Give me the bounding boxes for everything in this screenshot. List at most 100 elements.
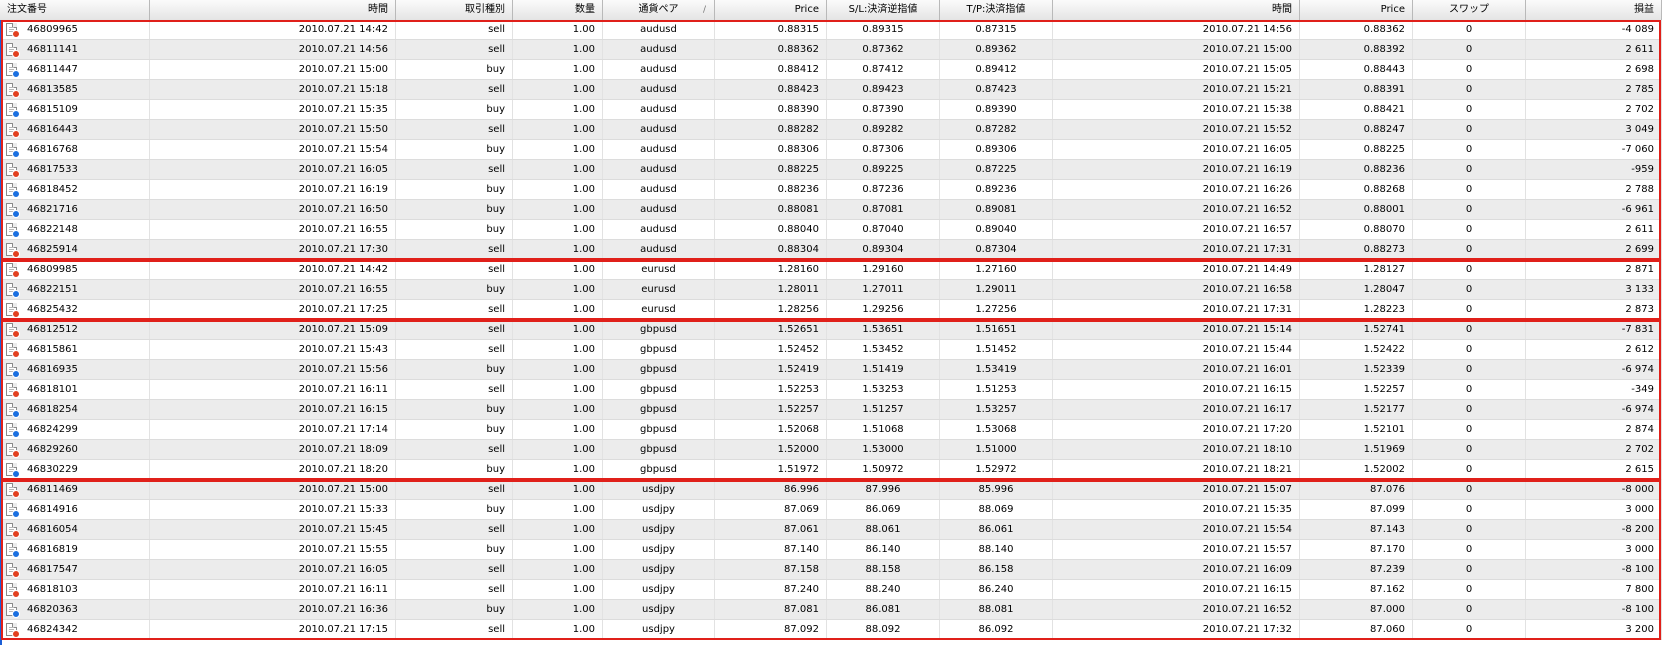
table-row[interactable]: 46820363 2010.07.21 16:36 buy 1.00 usdjpy 87.… xyxy=(0,600,1662,620)
table-row[interactable]: 46818254 2010.07.21 16:15 buy 1.00 gbpusd 1.5… xyxy=(0,400,1662,420)
cell-time: 2010.07.21 16:05 xyxy=(150,160,396,179)
table-row[interactable]: 46811447 2010.07.21 15:00 buy 1.00 audusd 0.8… xyxy=(0,60,1662,80)
table-row[interactable]: 46817547 2010.07.21 16:05 sell 1.00 usdjpy 87… xyxy=(0,560,1662,580)
column-header-label: 損益 xyxy=(1634,4,1654,15)
buy-marker-icon xyxy=(12,370,20,378)
table-row[interactable]: 46815109 2010.07.21 15:35 buy 1.00 audusd 0.8… xyxy=(0,100,1662,120)
cell-tp: 86.158 xyxy=(940,560,1053,579)
buy-marker-icon xyxy=(12,190,20,198)
buy-marker-icon xyxy=(12,150,20,158)
cell-id: 46813585 xyxy=(0,80,150,99)
cell-tp: 1.27160 xyxy=(940,260,1053,279)
table-row[interactable]: 46809985 2010.07.21 14:42 sell 1.00 eurusd 1.… xyxy=(0,260,1662,280)
cell-pair: gbpusd xyxy=(603,440,715,459)
sell-marker-icon xyxy=(12,350,20,358)
table-row[interactable]: 46824299 2010.07.21 17:14 buy 1.00 gbpusd 1.5… xyxy=(0,420,1662,440)
table-row[interactable]: 46830229 2010.07.21 18:20 buy 1.00 gbpusd 1.5… xyxy=(0,460,1662,480)
cell-price: 0.88225 xyxy=(715,160,827,179)
sell-marker-icon xyxy=(12,130,20,138)
cell-id: 46824342 xyxy=(0,620,150,639)
cell-swap: 0 xyxy=(1413,520,1526,539)
cell-sl: 0.89225 xyxy=(827,160,940,179)
column-header-ctime[interactable]: 時間 xyxy=(1053,0,1300,20)
table-row[interactable]: 46818101 2010.07.21 16:11 sell 1.00 gbpusd 1.… xyxy=(0,380,1662,400)
cell-pl: 2 611 xyxy=(1526,220,1662,239)
table-row[interactable]: 46816443 2010.07.21 15:50 sell 1.00 audusd 0.… xyxy=(0,120,1662,140)
cell-cprice: 1.52177 xyxy=(1300,400,1413,419)
cell-cprice: 1.51969 xyxy=(1300,440,1413,459)
cell-pair: audusd xyxy=(603,220,715,239)
cell-price: 0.88306 xyxy=(715,140,827,159)
table-row[interactable]: 46814916 2010.07.21 15:33 buy 1.00 usdjpy 87.… xyxy=(0,500,1662,520)
cell-ctime: 2010.07.21 16:58 xyxy=(1053,280,1300,299)
cell-pl: 2 699 xyxy=(1526,240,1662,259)
table-row[interactable]: 46818103 2010.07.21 16:11 sell 1.00 usdjpy 87… xyxy=(0,580,1662,600)
cell-tp: 1.53257 xyxy=(940,400,1053,419)
column-header-sl[interactable]: S/L:決済逆指値 xyxy=(827,0,940,20)
cell-pl: -8 200 xyxy=(1526,520,1662,539)
cell-sl: 87.996 xyxy=(827,480,940,499)
cell-swap: 0 xyxy=(1413,120,1526,139)
cell-pair: eurusd xyxy=(603,300,715,319)
cell-qty: 1.00 xyxy=(513,580,603,599)
table-row[interactable]: 46824342 2010.07.21 17:15 sell 1.00 usdjpy 87… xyxy=(0,620,1662,640)
cell-ctime: 2010.07.21 14:56 xyxy=(1053,20,1300,39)
column-header-type[interactable]: 取引種別 xyxy=(396,0,513,20)
cell-ctime: 2010.07.21 16:57 xyxy=(1053,220,1300,239)
cell-tp: 0.87423 xyxy=(940,80,1053,99)
table-row[interactable]: 46816935 2010.07.21 15:56 buy 1.00 gbpusd 1.5… xyxy=(0,360,1662,380)
table-row[interactable]: 46822151 2010.07.21 16:55 buy 1.00 eurusd 1.2… xyxy=(0,280,1662,300)
cell-id: 46818452 xyxy=(0,180,150,199)
column-header-tp[interactable]: T/P:決済指値 xyxy=(940,0,1053,20)
cell-sl: 0.87040 xyxy=(827,220,940,239)
table-row[interactable]: 46813585 2010.07.21 15:18 sell 1.00 audusd 0.… xyxy=(0,80,1662,100)
table-row[interactable]: 46815861 2010.07.21 15:43 sell 1.00 gbpusd 1.… xyxy=(0,340,1662,360)
column-header-swap[interactable]: スワップ xyxy=(1413,0,1526,20)
table-row[interactable]: 46818452 2010.07.21 16:19 buy 1.00 audusd 0.8… xyxy=(0,180,1662,200)
table-row[interactable]: 46812512 2010.07.21 15:09 sell 1.00 gbpusd 1.… xyxy=(0,320,1662,340)
table-row[interactable]: 46811469 2010.07.21 15:00 sell 1.00 usdjpy 86… xyxy=(0,480,1662,500)
cell-type: buy xyxy=(396,280,513,299)
column-header-pair[interactable]: 通貨ペア / xyxy=(603,0,715,20)
cell-cprice: 0.88362 xyxy=(1300,20,1413,39)
table-row[interactable]: 46825914 2010.07.21 17:30 sell 1.00 audusd 0.… xyxy=(0,240,1662,260)
cell-ctime: 2010.07.21 15:05 xyxy=(1053,60,1300,79)
table-row[interactable]: 46829260 2010.07.21 18:09 sell 1.00 gbpusd 1.… xyxy=(0,440,1662,460)
table-row[interactable]: 46811141 2010.07.21 14:56 sell 1.00 audusd 0.… xyxy=(0,40,1662,60)
cell-pl: 2 871 xyxy=(1526,260,1662,279)
table-row[interactable]: 46809965 2010.07.21 14:42 sell 1.00 audusd 0.… xyxy=(0,20,1662,40)
cell-pl: -6 974 xyxy=(1526,400,1662,419)
column-header-pl[interactable]: 損益 xyxy=(1526,0,1662,20)
cell-type: sell xyxy=(396,580,513,599)
cell-cprice: 87.239 xyxy=(1300,560,1413,579)
column-header-price[interactable]: Price xyxy=(715,0,827,20)
column-header-qty[interactable]: 数量 xyxy=(513,0,603,20)
cell-tp: 88.069 xyxy=(940,500,1053,519)
sell-marker-icon xyxy=(12,30,20,38)
table-row[interactable]: 46822148 2010.07.21 16:55 buy 1.00 audusd 0.8… xyxy=(0,220,1662,240)
cell-type: sell xyxy=(396,340,513,359)
cell-id: 46820363 xyxy=(0,600,150,619)
table-row[interactable]: 46816819 2010.07.21 15:55 buy 1.00 usdjpy 87.… xyxy=(0,540,1662,560)
column-header-cprice[interactable]: Price xyxy=(1300,0,1413,20)
cell-pl: 7 800 xyxy=(1526,580,1662,599)
cell-type: sell xyxy=(396,120,513,139)
table-row[interactable]: 46816768 2010.07.21 15:54 buy 1.00 audusd 0.8… xyxy=(0,140,1662,160)
cell-swap: 0 xyxy=(1413,380,1526,399)
cell-time: 2010.07.21 16:55 xyxy=(150,280,396,299)
cell-id: 46824299 xyxy=(0,420,150,439)
column-header-time[interactable]: 時間 xyxy=(150,0,396,20)
table-row[interactable]: 46817533 2010.07.21 16:05 sell 1.00 audusd 0.… xyxy=(0,160,1662,180)
table-row[interactable]: 46821716 2010.07.21 16:50 buy 1.00 audusd 0.8… xyxy=(0,200,1662,220)
table-row[interactable]: 46816054 2010.07.21 15:45 sell 1.00 usdjpy 87… xyxy=(0,520,1662,540)
cell-pl: -6 961 xyxy=(1526,200,1662,219)
cell-type: buy xyxy=(396,460,513,479)
cell-qty: 1.00 xyxy=(513,100,603,119)
cell-swap: 0 xyxy=(1413,600,1526,619)
cell-time: 2010.07.21 16:36 xyxy=(150,600,396,619)
cell-pair: gbpusd xyxy=(603,400,715,419)
cell-pair: usdjpy xyxy=(603,480,715,499)
table-row[interactable]: 46825432 2010.07.21 17:25 sell 1.00 eurusd 1.… xyxy=(0,300,1662,320)
column-header-id[interactable]: 注文番号 xyxy=(0,0,150,20)
cell-time: 2010.07.21 15:35 xyxy=(150,100,396,119)
